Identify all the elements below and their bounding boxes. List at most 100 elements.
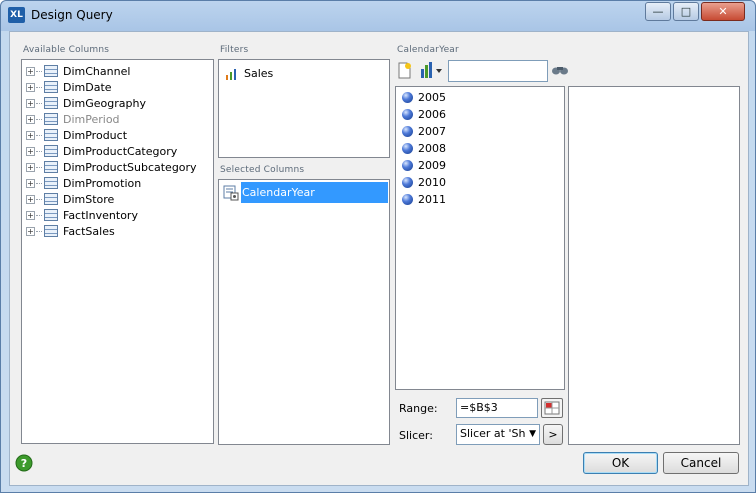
available-columns-tree[interactable]: + DimChannel + DimDate + DimGeography + DimPeri… xyxy=(21,59,214,444)
tree-item[interactable]: + DimGeography xyxy=(26,95,146,111)
slicer-label: Slicer: xyxy=(399,429,433,442)
selected-column-calendaryear[interactable]: CalendarYear xyxy=(223,184,315,201)
member-sphere-icon xyxy=(402,109,413,120)
tree-item[interactable]: + DimPeriod xyxy=(26,111,120,127)
expand-icon[interactable]: + xyxy=(26,194,35,204)
filter-item-label: Sales xyxy=(244,67,274,80)
range-input[interactable]: =$B$3 xyxy=(456,398,538,418)
tree-connector xyxy=(36,150,42,152)
tree-item-label: DimStore xyxy=(63,192,115,206)
tree-item-label: DimDate xyxy=(63,80,112,94)
tree-item[interactable]: + FactInventory xyxy=(26,207,138,223)
tree-item-label: DimPeriod xyxy=(63,112,120,126)
value-item-label: 2009 xyxy=(418,159,446,172)
table-icon xyxy=(44,145,58,157)
tree-item-label: DimPromotion xyxy=(63,176,142,190)
tree-connector xyxy=(36,182,42,184)
table-icon xyxy=(44,65,58,77)
tree-item[interactable]: + DimProductCategory xyxy=(26,143,177,159)
new-filter-icon[interactable] xyxy=(397,62,413,79)
tree-connector xyxy=(36,134,42,136)
tree-item[interactable]: + DimChannel xyxy=(26,63,130,79)
table-icon xyxy=(44,97,58,109)
tree-item-label: DimProductCategory xyxy=(63,144,178,158)
expand-icon[interactable]: + xyxy=(26,82,35,92)
cancel-button[interactable]: Cancel xyxy=(663,452,739,474)
member-sphere-icon xyxy=(402,143,413,154)
tree-item-label: FactSales xyxy=(63,224,115,238)
value-search-input[interactable] xyxy=(448,60,548,82)
table-icon xyxy=(44,177,58,189)
value-item-label: 2008 xyxy=(418,142,446,155)
tree-item-label: DimProduct xyxy=(63,128,128,142)
preview-panel xyxy=(568,86,740,445)
bar-chart-icon xyxy=(226,68,236,80)
tree-item[interactable]: + DimDate xyxy=(26,79,112,95)
range-select-button[interactable] xyxy=(541,398,563,418)
close-button[interactable]: ✕ xyxy=(701,2,745,21)
member-sphere-icon xyxy=(402,194,413,205)
member-sphere-icon xyxy=(402,177,413,188)
tree-item[interactable]: + DimProduct xyxy=(26,127,127,143)
title-bar[interactable]: XL Design Query — □ ✕ xyxy=(1,1,755,31)
window-title: Design Query xyxy=(31,8,113,22)
expand-icon[interactable]: + xyxy=(26,130,35,140)
slicer-selected-value: Slicer at 'Sh xyxy=(460,427,526,440)
minimize-button[interactable]: — xyxy=(645,2,671,21)
table-icon xyxy=(44,193,58,205)
expand-icon[interactable]: + xyxy=(26,114,35,124)
tree-connector xyxy=(36,214,42,216)
table-icon xyxy=(44,113,58,125)
value-item-label: 2011 xyxy=(418,193,446,206)
available-columns-label: Available Columns xyxy=(23,45,110,55)
filters-label: Filters xyxy=(220,45,249,55)
maximize-button[interactable]: □ xyxy=(673,2,699,21)
tree-item[interactable]: + DimProductSubcategory xyxy=(26,159,197,175)
excel-app-icon: XL xyxy=(8,7,25,23)
filter-item-sales[interactable]: Sales xyxy=(225,65,273,82)
value-item[interactable]: 2011 xyxy=(402,191,446,208)
expand-icon[interactable]: + xyxy=(26,178,35,188)
selected-columns-list[interactable]: CalendarYear xyxy=(218,179,390,445)
filters-list[interactable]: Sales xyxy=(218,59,390,158)
sort-dropdown-icon[interactable] xyxy=(419,61,445,79)
table-icon xyxy=(44,225,58,237)
calendaryear-values-list[interactable]: 2005 2006 2007 2008 2009 2010 2011 xyxy=(395,86,565,390)
tree-connector xyxy=(36,118,42,120)
expand-icon[interactable]: + xyxy=(26,226,35,236)
member-sphere-icon xyxy=(402,126,413,137)
tree-item-label: DimChannel xyxy=(63,64,131,78)
help-icon[interactable]: ? xyxy=(15,454,33,472)
table-icon xyxy=(44,129,58,141)
slicer-dropdown[interactable]: Slicer at 'Sh ▼ xyxy=(456,424,540,445)
expand-icon[interactable]: + xyxy=(26,146,35,156)
value-item-label: 2007 xyxy=(418,125,446,138)
table-icon xyxy=(44,209,58,221)
expand-icon[interactable]: + xyxy=(26,210,35,220)
value-item-label: 2006 xyxy=(418,108,446,121)
value-item[interactable]: 2008 xyxy=(402,140,446,157)
tree-item[interactable]: + DimStore xyxy=(26,191,114,207)
value-item[interactable]: 2005 xyxy=(402,89,446,106)
column-icon xyxy=(223,185,239,200)
tree-item[interactable]: + FactSales xyxy=(26,223,115,239)
tree-connector xyxy=(36,70,42,72)
slicer-go-button[interactable]: > xyxy=(543,424,563,445)
tree-connector xyxy=(36,198,42,200)
value-item-label: 2005 xyxy=(418,91,446,104)
table-icon xyxy=(44,161,58,173)
expand-icon[interactable]: + xyxy=(26,98,35,108)
value-item-label: 2010 xyxy=(418,176,446,189)
tree-item-label: DimProductSubcategory xyxy=(63,160,197,174)
ok-button[interactable]: OK xyxy=(583,452,658,474)
tree-item[interactable]: + DimPromotion xyxy=(26,175,141,191)
value-item[interactable]: 2006 xyxy=(402,106,446,123)
binoculars-icon[interactable] xyxy=(551,64,569,76)
expand-icon[interactable]: + xyxy=(26,162,35,172)
value-item[interactable]: 2009 xyxy=(402,157,446,174)
range-picker-icon xyxy=(544,401,560,415)
value-item[interactable]: 2007 xyxy=(402,123,446,140)
value-item[interactable]: 2010 xyxy=(402,174,446,191)
expand-icon[interactable]: + xyxy=(26,66,35,76)
member-sphere-icon xyxy=(402,160,413,171)
